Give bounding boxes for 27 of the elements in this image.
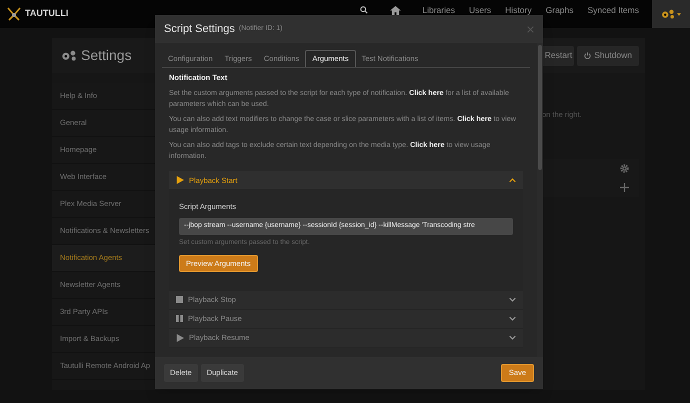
plus-icon[interactable]: [620, 183, 629, 192]
nav-link[interactable]: Libraries: [415, 5, 462, 15]
play-icon: [176, 334, 184, 342]
settings-title: Settings: [81, 46, 132, 65]
modal-title: Script Settings: [164, 22, 235, 37]
close-icon[interactable]: [527, 26, 534, 32]
home-icon[interactable]: [390, 6, 402, 14]
chevron-up-icon: [509, 178, 516, 183]
power-icon: [584, 52, 592, 59]
chevron-down-icon: [509, 316, 516, 322]
pause-icon: [176, 315, 183, 322]
chevron-down-icon: [509, 297, 516, 302]
play-icon: [176, 176, 184, 184]
stop-icon: [176, 296, 183, 304]
logo-icon: [6, 6, 22, 22]
nav-link[interactable]: Synced Items: [580, 5, 646, 15]
search-icon[interactable]: [360, 6, 368, 14]
nav-link[interactable]: Users: [462, 5, 498, 15]
caret-icon: [677, 12, 681, 16]
settings-icon[interactable]: [620, 164, 629, 174]
chevron-down-icon: [509, 335, 516, 340]
nav-link[interactable]: History: [498, 5, 539, 15]
settings-dropdown[interactable]: [652, 0, 690, 28]
brand-name[interactable]: TAUTULLI: [25, 7, 68, 21]
nav-link[interactable]: Graphs: [538, 5, 580, 15]
scrollbar-thumb[interactable]: [538, 45, 542, 170]
shutdown-button[interactable]: Shutdown: [577, 46, 639, 66]
